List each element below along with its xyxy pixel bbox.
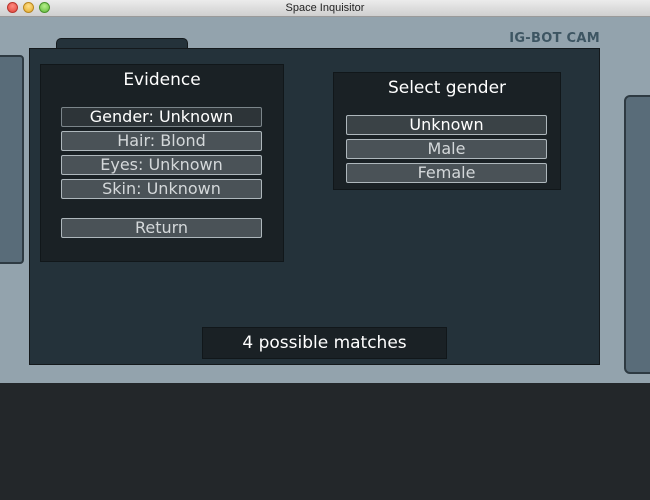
window-title: Space Inquisitor bbox=[285, 2, 365, 14]
evidence-title: Evidence bbox=[123, 70, 201, 90]
right-side-panel bbox=[624, 95, 650, 374]
bottom-dark-area bbox=[0, 383, 650, 500]
window-title-bar: Space Inquisitor bbox=[0, 0, 650, 17]
evidence-hair-button[interactable]: Hair: Blond bbox=[61, 131, 262, 151]
camera-label: IG-BOT CAM bbox=[509, 31, 600, 46]
gender-option-female[interactable]: Female bbox=[346, 163, 547, 183]
gender-option-male[interactable]: Male bbox=[346, 139, 547, 159]
gender-select-title: Select gender bbox=[387, 78, 507, 98]
possible-matches-status: 4 possible matches bbox=[202, 327, 447, 359]
return-button[interactable]: Return bbox=[61, 218, 262, 238]
left-side-panel bbox=[0, 55, 24, 264]
evidence-gender-button[interactable]: Gender: Unknown bbox=[61, 107, 262, 127]
evidence-eyes-button[interactable]: Eyes: Unknown bbox=[61, 155, 262, 175]
gender-option-unknown[interactable]: Unknown bbox=[346, 115, 547, 135]
evidence-skin-button[interactable]: Skin: Unknown bbox=[61, 179, 262, 199]
